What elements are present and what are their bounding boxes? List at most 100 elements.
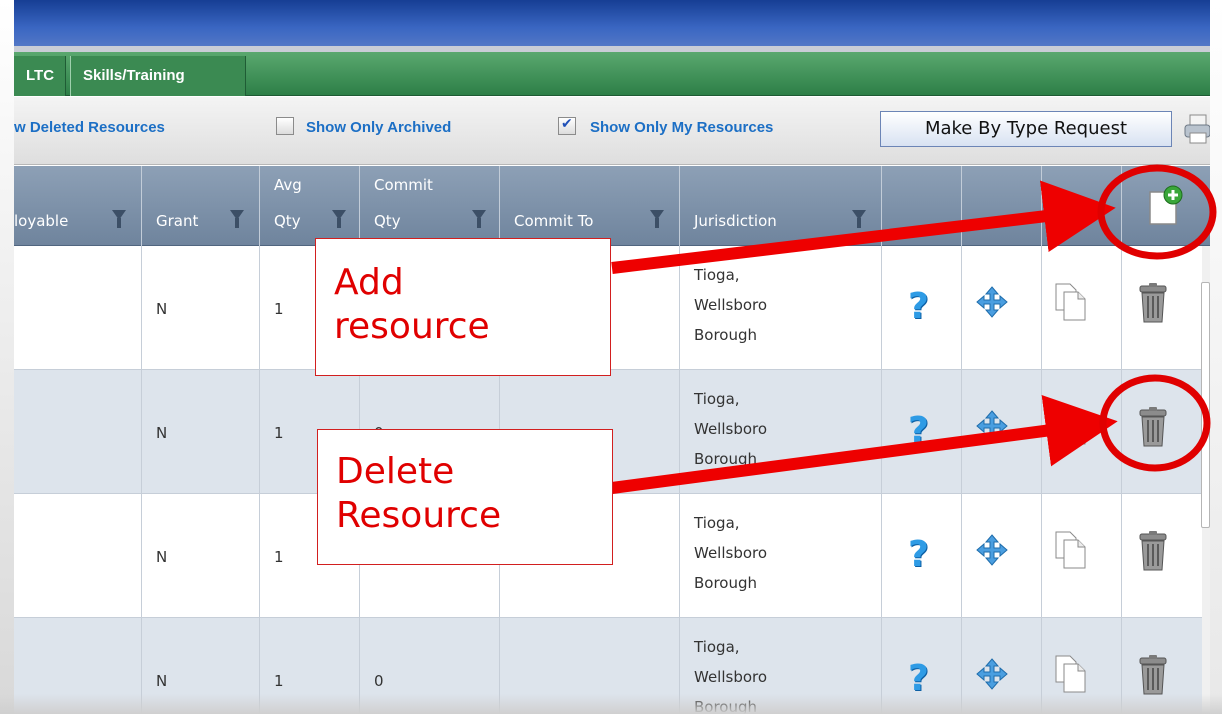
tab-skills-training[interactable]: Skills/Training <box>70 56 246 96</box>
cell-jurisdiction: Tioga, Wellsboro Borough <box>680 370 882 494</box>
copy-document-icon[interactable] <box>1054 654 1088 694</box>
move-arrows-icon[interactable] <box>976 410 1008 442</box>
add-resource-callout: Add resource <box>315 238 611 376</box>
column-avg-qty-label-line1: Avg <box>274 176 302 194</box>
cell-move <box>962 494 1042 618</box>
cell-grant: N <box>142 370 260 494</box>
column-avg-qty[interactable]: Avg Qty <box>260 166 360 246</box>
cell-copy <box>1042 618 1122 714</box>
cell-move <box>962 370 1042 494</box>
cell-avg-qty: 1 <box>260 618 360 714</box>
column-help <box>882 166 962 246</box>
printer-icon[interactable] <box>1184 113 1210 145</box>
filter-icon[interactable] <box>230 210 244 228</box>
add-resource-callout-line2: resource <box>334 306 490 347</box>
copy-document-icon[interactable] <box>1054 530 1088 570</box>
cell-delete <box>1122 618 1202 714</box>
move-arrows-icon[interactable] <box>976 286 1008 318</box>
jurisdiction-line: Borough <box>694 326 758 344</box>
jurisdiction-line: Borough <box>694 698 758 714</box>
table-row[interactable]: N 1 0 Tioga, Wellsboro Borough ? <box>14 618 1202 714</box>
column-commit-qty-label-line1: Commit <box>374 176 433 194</box>
move-arrows-icon[interactable] <box>976 534 1008 566</box>
cell-grant: N <box>142 618 260 714</box>
filter-icon[interactable] <box>650 210 664 228</box>
right-page-edge <box>1210 0 1222 714</box>
make-by-type-request-button[interactable]: Make By Type Request <box>880 111 1172 147</box>
show-only-archived-label[interactable]: Show Only Archived <box>306 119 451 136</box>
jurisdiction-line: Wellsboro <box>694 668 768 686</box>
cell-value: N <box>156 672 168 690</box>
show-only-my-resources-label[interactable]: Show Only My Resources <box>590 119 773 136</box>
column-deployable[interactable]: loyable <box>14 166 142 246</box>
trash-icon[interactable] <box>1138 530 1168 572</box>
filter-icon[interactable] <box>332 210 346 228</box>
tab-bar: LTC Skills/Training <box>14 52 1210 96</box>
show-deleted-resources-link[interactable]: w Deleted Resources <box>14 119 165 136</box>
question-mark-icon[interactable]: ? <box>908 534 929 575</box>
jurisdiction-line: Tioga, <box>694 266 740 284</box>
title-bar <box>14 0 1210 46</box>
tab-ltc[interactable]: LTC <box>14 56 66 96</box>
cell-move <box>962 246 1042 370</box>
grid-toolbar: w Deleted Resources Show Only Archived S… <box>14 97 1210 165</box>
trash-icon[interactable] <box>1138 654 1168 696</box>
cell-value: Tioga, Wellsboro Borough <box>694 632 767 714</box>
cell-delete <box>1122 494 1202 618</box>
column-grant[interactable]: Grant <box>142 166 260 246</box>
column-avg-qty-label-line2: Qty <box>274 212 301 230</box>
cell-copy <box>1042 494 1122 618</box>
cell-value: Tioga, Wellsboro Borough <box>694 508 767 598</box>
copy-document-icon[interactable] <box>1054 406 1088 446</box>
trash-icon[interactable] <box>1138 282 1168 324</box>
grid-header: loyable Grant Avg Qty Commit Qty Commit … <box>14 166 1210 246</box>
show-only-my-resources-checkbox[interactable] <box>558 116 576 135</box>
jurisdiction-line: Wellsboro <box>694 420 768 438</box>
jurisdiction-line: Borough <box>694 450 758 468</box>
column-commit-qty-label-line2: Qty <box>374 212 401 230</box>
cell-copy <box>1042 246 1122 370</box>
filter-icon[interactable] <box>472 210 486 228</box>
question-mark-icon[interactable]: ? <box>908 658 929 699</box>
column-commit-qty[interactable]: Commit Qty <box>360 166 500 246</box>
move-arrows-icon[interactable] <box>976 658 1008 690</box>
add-document-icon[interactable] <box>1142 184 1186 228</box>
column-jurisdiction-label: Jurisdiction <box>694 212 777 230</box>
cell-move <box>962 618 1042 714</box>
jurisdiction-line: Wellsboro <box>694 296 768 314</box>
filter-icon[interactable] <box>112 210 126 228</box>
jurisdiction-line: Tioga, <box>694 390 740 408</box>
cell-delete <box>1122 246 1202 370</box>
delete-resource-callout-line1: Delete <box>336 451 455 492</box>
cell-value: 1 <box>274 300 284 318</box>
cell-copy <box>1042 370 1122 494</box>
cell-help: ? <box>882 246 962 370</box>
cell-deployable <box>14 618 142 714</box>
cell-grant: N <box>142 494 260 618</box>
question-mark-icon[interactable]: ? <box>908 410 929 451</box>
jurisdiction-line: Tioga, <box>694 638 740 656</box>
question-mark-icon[interactable]: ? <box>908 286 929 327</box>
column-grant-label: Grant <box>156 212 199 230</box>
jurisdiction-line: Borough <box>694 574 758 592</box>
show-only-archived-checkbox[interactable] <box>276 117 294 135</box>
cell-deployable <box>14 494 142 618</box>
copy-document-icon[interactable] <box>1054 282 1088 322</box>
cell-grant: N <box>142 246 260 370</box>
column-commit-to[interactable]: Commit To <box>500 166 680 246</box>
column-add <box>1122 166 1202 246</box>
cell-help: ? <box>882 494 962 618</box>
column-jurisdiction[interactable]: Jurisdiction <box>680 166 882 246</box>
jurisdiction-line: Tioga, <box>694 514 740 532</box>
left-page-edge <box>0 0 14 714</box>
jurisdiction-line: Wellsboro <box>694 544 768 562</box>
filter-icon[interactable] <box>852 210 866 228</box>
trash-icon[interactable] <box>1138 406 1168 448</box>
cell-value: Tioga, Wellsboro Borough <box>694 384 767 474</box>
column-commit-to-label: Commit To <box>514 212 594 230</box>
scrollbar-thumb[interactable] <box>1201 282 1210 528</box>
cell-value: N <box>156 424 168 442</box>
cell-commit-to <box>500 618 680 714</box>
cell-jurisdiction: Tioga, Wellsboro Borough <box>680 246 882 370</box>
cell-value: 0 <box>374 672 384 690</box>
